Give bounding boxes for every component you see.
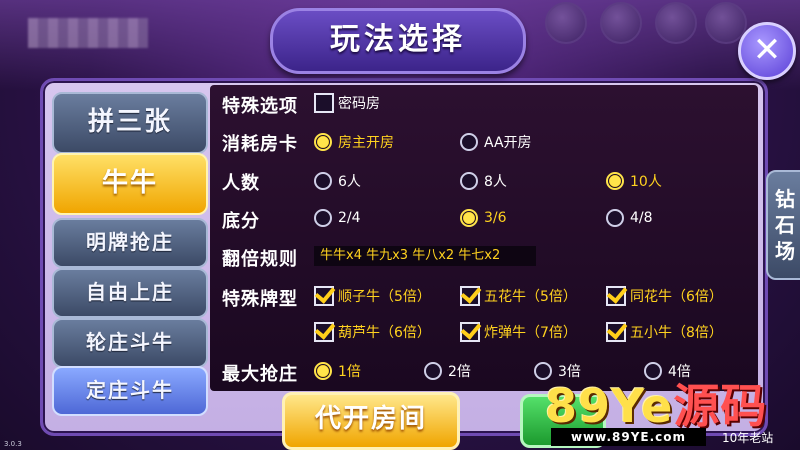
players-6-radio[interactable]: 6人 [314, 171, 361, 191]
special-options-label: 特殊选项 [222, 96, 298, 117]
max-bid-1-radio[interactable]: 1倍 [314, 361, 361, 381]
radio-dot [314, 172, 332, 190]
radio-dot [314, 133, 332, 151]
hand-tonghua-label: 同花牛（6倍） [630, 289, 723, 305]
diamond-room-char-2: 石 [775, 213, 795, 237]
tab-pin-san-zhang[interactable]: 拼三张 [52, 92, 208, 154]
hand-shunzi-checkbox[interactable]: 顺子牛（5倍） [314, 286, 431, 306]
base-score-label: 底分 [222, 211, 260, 232]
room-cost-aa-radio[interactable]: AA开房 [460, 132, 532, 152]
checkbox-box [314, 286, 334, 306]
double-rule-value: 牛牛x4 牛九x3 牛八x2 牛七x2 [314, 246, 536, 266]
hand-zhadan-checkbox[interactable]: 炸弹牛（7倍） [460, 322, 577, 342]
players-8-label: 8人 [484, 174, 507, 190]
players-10-label: 10人 [630, 174, 662, 190]
room-cost-owner-label: 房主开房 [338, 135, 394, 151]
create-room-for-others-button[interactable]: 代开房间 [282, 392, 460, 450]
hand-hulu-checkbox[interactable]: 葫芦牛（6倍） [314, 322, 431, 342]
panel-title: 玩法选择 [270, 8, 526, 74]
radio-dot [314, 362, 332, 380]
version-label: 3.0.3 [4, 440, 22, 448]
room-cost-aa-label: AA开房 [484, 135, 532, 151]
room-cost-owner-radio[interactable]: 房主开房 [314, 132, 394, 152]
max-bid-label: 最大抢庄 [222, 364, 298, 385]
radio-dot [606, 209, 624, 227]
base-2-4-radio[interactable]: 2/4 [314, 209, 361, 227]
top-menu-icon-2[interactable] [600, 2, 642, 44]
tab-ding-zhuang-dou-niu[interactable]: 定庄斗牛 [52, 366, 208, 416]
hand-shunzi-label: 顺子牛（5倍） [338, 289, 431, 305]
base-2-4-label: 2/4 [338, 210, 361, 226]
tab-zi-you-shang-zhuang[interactable]: 自由上庄 [52, 268, 208, 318]
hand-zhadan-label: 炸弹牛（7倍） [484, 325, 577, 341]
base-3-6-radio[interactable]: 3/6 [460, 209, 507, 227]
radio-dot [460, 209, 478, 227]
radio-dot [314, 209, 332, 227]
players-label: 人数 [222, 173, 260, 194]
max-bid-2-radio[interactable]: 2倍 [424, 361, 471, 381]
special-hands-label: 特殊牌型 [222, 289, 298, 310]
tab-ming-pai-qiang-zhuang[interactable]: 明牌抢庄 [52, 218, 208, 268]
checkbox-box [606, 286, 626, 306]
diamond-room-char-3: 场 [775, 239, 795, 263]
radio-dot [606, 172, 624, 190]
watermark-latin: 89Ye [545, 379, 674, 433]
watermark-tag: 10年老站 [722, 431, 774, 445]
max-bid-1-label: 1倍 [338, 364, 361, 380]
watermark-cn: 源码 [673, 379, 768, 433]
room-cost-label: 消耗房卡 [222, 134, 298, 155]
tab-lun-zhuang-dou-niu[interactable]: 轮庄斗牛 [52, 318, 208, 368]
diamond-room-char-1: 钻 [775, 187, 795, 211]
checkbox-box [606, 322, 626, 342]
diamond-room-tab[interactable]: 钻 石 场 [766, 170, 800, 280]
password-room-label: 密码房 [338, 96, 380, 112]
watermark-url: www.89YE.com [551, 428, 706, 446]
hand-wuxiao-checkbox[interactable]: 五小牛（8倍） [606, 322, 723, 342]
hand-wuhua-checkbox[interactable]: 五花牛（5倍） [460, 286, 577, 306]
close-icon[interactable]: ✕ [738, 22, 796, 80]
double-rule-label: 翻倍规则 [222, 249, 298, 270]
checkbox-box [314, 93, 334, 113]
players-10-radio[interactable]: 10人 [606, 171, 662, 191]
checkbox-box [460, 286, 480, 306]
checkbox-box [460, 322, 480, 342]
radio-dot [424, 362, 442, 380]
hand-wuxiao-label: 五小牛（8倍） [630, 325, 723, 341]
radio-dot [460, 133, 478, 151]
blurred-header-area [28, 18, 148, 48]
hand-wuhua-label: 五花牛（5倍） [484, 289, 577, 305]
hand-tonghua-checkbox[interactable]: 同花牛（6倍） [606, 286, 723, 306]
hand-hulu-label: 葫芦牛（6倍） [338, 325, 431, 341]
max-bid-2-label: 2倍 [448, 364, 471, 380]
players-6-label: 6人 [338, 174, 361, 190]
password-room-checkbox[interactable]: 密码房 [314, 93, 380, 113]
radio-dot [460, 172, 478, 190]
base-4-8-label: 4/8 [630, 210, 653, 226]
top-menu-icon-3[interactable] [655, 2, 697, 44]
tab-niu-niu[interactable]: 牛牛 [52, 153, 208, 215]
checkbox-box [314, 322, 334, 342]
base-4-8-radio[interactable]: 4/8 [606, 209, 653, 227]
watermark-logo: 89Ye源码 [545, 370, 767, 436]
top-menu-icon-1[interactable] [545, 2, 587, 44]
base-3-6-label: 3/6 [484, 210, 507, 226]
players-8-radio[interactable]: 8人 [460, 171, 507, 191]
